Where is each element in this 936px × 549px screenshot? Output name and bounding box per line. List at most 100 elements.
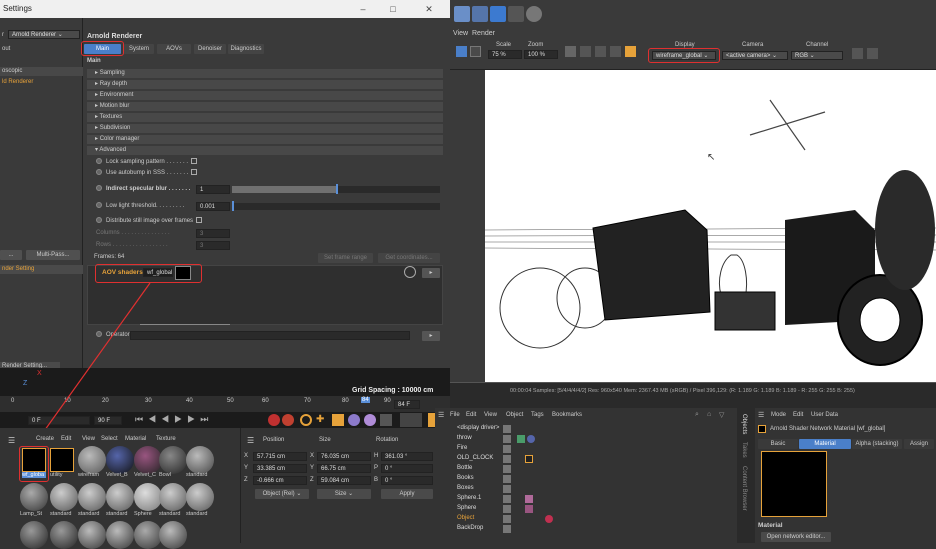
snapshot-icon[interactable]: [867, 48, 878, 59]
rot-p-input[interactable]: 0 °: [381, 464, 433, 473]
rot-b-input[interactable]: 0 °: [381, 476, 433, 485]
material-standard-3[interactable]: [78, 483, 106, 511]
material-tag-icon[interactable]: [525, 495, 533, 503]
menu-create[interactable]: Create: [36, 436, 54, 442]
material-standard-6[interactable]: [186, 483, 214, 511]
object-row[interactable]: OLD_CLOCK: [435, 454, 755, 463]
menu-edit[interactable]: Edit: [793, 412, 803, 418]
menu-object[interactable]: Object: [506, 412, 523, 418]
layer-icon[interactable]: [503, 465, 511, 473]
size-x-input[interactable]: 76.035 cm: [317, 452, 371, 461]
lut-icon[interactable]: [565, 46, 576, 57]
material-row3-f[interactable]: [159, 521, 187, 549]
layer-icon[interactable]: [503, 515, 511, 523]
menu-material[interactable]: Material: [125, 436, 146, 442]
layer-icon[interactable]: [503, 505, 511, 513]
menu-view[interactable]: View: [453, 30, 468, 37]
material-lamp[interactable]: [20, 483, 48, 511]
layer-icon[interactable]: [503, 425, 511, 433]
material-velvet-b[interactable]: [106, 446, 134, 474]
object-row[interactable]: throw: [435, 434, 755, 443]
search-icon[interactable]: ⌕: [695, 411, 699, 419]
tab-alpha[interactable]: Alpha (stacking): [852, 439, 902, 449]
object-row[interactable]: BackDrop: [435, 524, 755, 533]
pos-x-input[interactable]: 57.715 cm: [253, 452, 307, 461]
crop-icon[interactable]: [595, 46, 606, 57]
object-row[interactable]: Books: [435, 474, 755, 483]
object-row[interactable]: Boxes: [435, 484, 755, 493]
layer-icon[interactable]: [503, 495, 511, 503]
material-tag-icon[interactable]: [527, 435, 535, 443]
layer-icon[interactable]: [503, 455, 511, 463]
object-row[interactable]: Sphere.1: [435, 494, 755, 503]
material-standard-4[interactable]: [106, 483, 134, 511]
size-y-input[interactable]: 66.75 cm: [317, 464, 371, 473]
material-standard-5[interactable]: [159, 483, 187, 511]
display-select[interactable]: wireframe_global ⌄: [652, 51, 716, 60]
tag-icon[interactable]: [517, 435, 525, 443]
material-standard[interactable]: [186, 446, 214, 474]
light-bulb-icon[interactable]: [526, 6, 542, 22]
material-tag-icon[interactable]: [545, 515, 553, 523]
menu-mode[interactable]: Mode: [771, 412, 786, 418]
hamburger-icon[interactable]: ☰: [438, 411, 444, 419]
info-icon[interactable]: [852, 48, 863, 59]
material-preview[interactable]: [761, 451, 827, 517]
menu-view[interactable]: View: [82, 436, 95, 442]
channel-select[interactable]: RGB ⌄: [791, 51, 843, 60]
zoom-input[interactable]: 100 %: [524, 50, 558, 59]
material-tag-icon[interactable]: [525, 455, 533, 463]
apply-button[interactable]: Apply: [381, 489, 433, 499]
material-standard-2[interactable]: [50, 483, 78, 511]
material-row3-a[interactable]: [20, 521, 48, 549]
tab-assign[interactable]: Assign: [904, 439, 934, 449]
render-view-icon[interactable]: [454, 6, 470, 22]
pos-z-input[interactable]: -0.666 cm: [253, 476, 307, 485]
material-bowl[interactable]: [159, 446, 187, 474]
material-sphere[interactable]: [134, 483, 162, 511]
tab-basic[interactable]: Basic: [758, 439, 798, 449]
render-settings-icon[interactable]: [508, 6, 524, 22]
compare-icon[interactable]: [610, 46, 621, 57]
menu-edit[interactable]: Edit: [466, 412, 476, 418]
layer-icon[interactable]: [503, 525, 511, 533]
region-icon[interactable]: [580, 46, 591, 57]
object-row[interactable]: Fire: [435, 444, 755, 453]
size-mode-select[interactable]: Size ⌄: [317, 489, 371, 499]
material-row3-e[interactable]: [134, 521, 162, 549]
menu-select[interactable]: Select: [101, 436, 118, 442]
render-grid-icon[interactable]: [490, 6, 506, 22]
menu-edit[interactable]: Edit: [61, 436, 71, 442]
material-wf-global[interactable]: [22, 448, 46, 472]
tab-material[interactable]: Material: [799, 439, 851, 449]
filter-icon[interactable]: ▽: [719, 411, 724, 419]
open-network-editor-button[interactable]: Open network editor...: [761, 532, 831, 542]
menu-tags[interactable]: Tags: [531, 412, 544, 418]
rot-h-input[interactable]: 361.03 °: [381, 452, 433, 461]
material-utility[interactable]: [50, 448, 74, 472]
hamburger-icon[interactable]: ☰: [758, 411, 764, 419]
layer-icon[interactable]: [503, 475, 511, 483]
object-row[interactable]: <display driver>: [435, 424, 755, 433]
size-z-input[interactable]: 59.084 cm: [317, 476, 371, 485]
render-viewport[interactable]: ↖: [485, 70, 936, 382]
layer-icon[interactable]: [503, 435, 511, 443]
hamburger-icon[interactable]: ☰: [247, 436, 254, 445]
pause-icon[interactable]: [470, 46, 481, 57]
material-tag-icon[interactable]: [525, 505, 533, 513]
menu-texture[interactable]: Texture: [156, 436, 176, 442]
brush-icon[interactable]: [625, 46, 636, 57]
menu-view[interactable]: View: [484, 412, 497, 418]
camera-select[interactable]: <active camera> ⌄: [722, 51, 788, 60]
pos-y-input[interactable]: 33.385 cm: [253, 464, 307, 473]
material-row3-b[interactable]: [50, 521, 78, 549]
material-row3-d[interactable]: [106, 521, 134, 549]
hamburger-icon[interactable]: ☰: [8, 436, 15, 445]
menu-render[interactable]: Render: [472, 30, 495, 37]
tab-takes[interactable]: Takes: [741, 442, 747, 458]
coord-mode-select[interactable]: Object (Rel) ⌄: [255, 489, 309, 499]
layer-icon[interactable]: [503, 445, 511, 453]
menu-file[interactable]: File: [450, 412, 460, 418]
scale-input[interactable]: 75 %: [488, 50, 522, 59]
material-row3-c[interactable]: [78, 521, 106, 549]
